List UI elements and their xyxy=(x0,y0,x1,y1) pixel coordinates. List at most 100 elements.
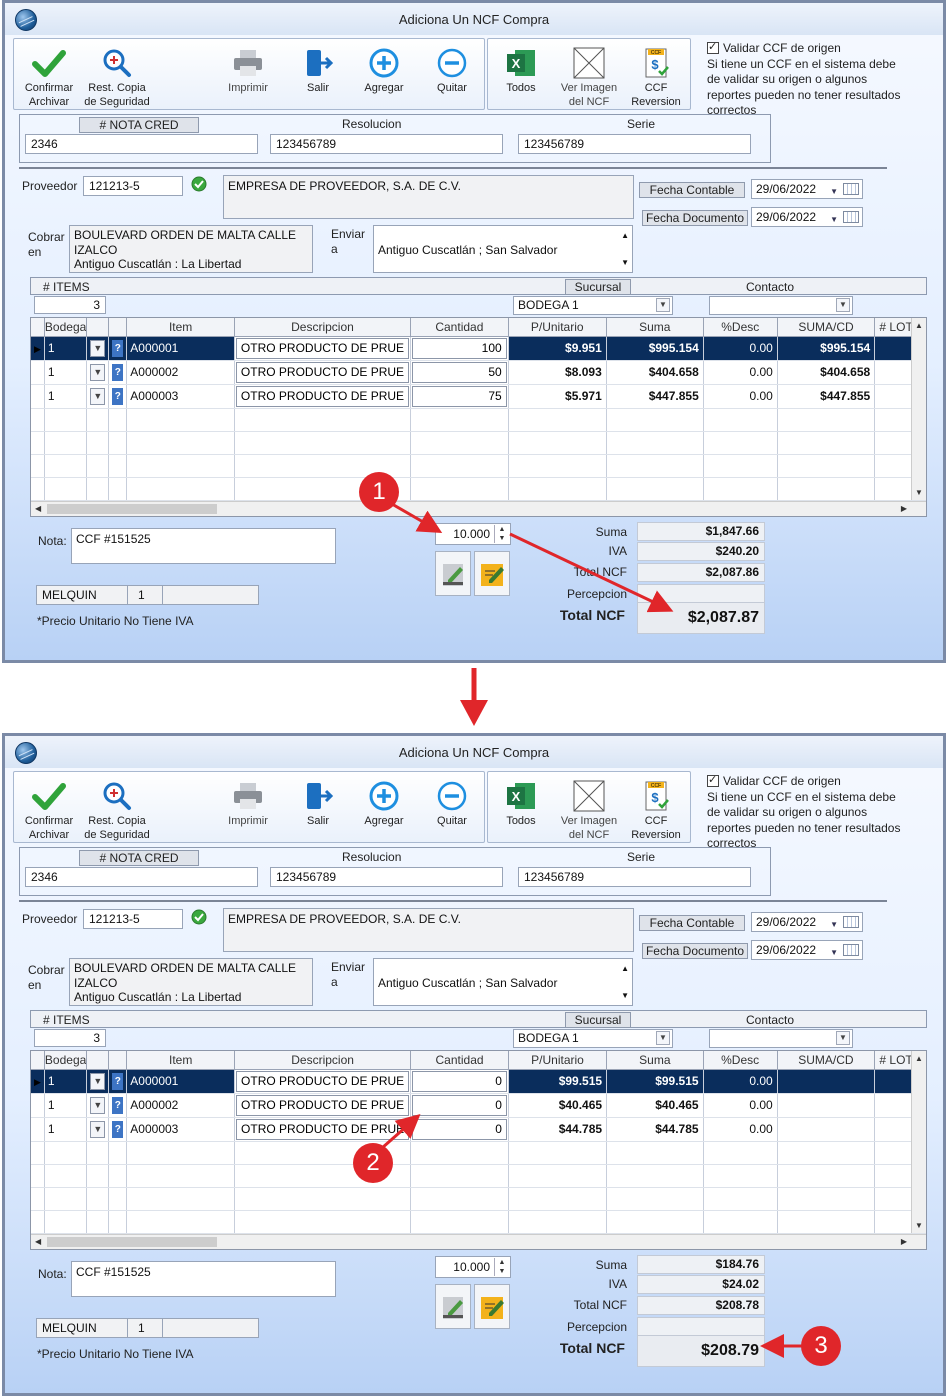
cantidad-input[interactable]: 0 xyxy=(412,1094,507,1116)
cell-dropdown[interactable]: ▼ xyxy=(86,336,110,361)
cantidad-input[interactable]: 50 xyxy=(412,361,507,383)
cell-help[interactable]: ? xyxy=(108,1117,128,1142)
fecha-documento-picker[interactable]: 29/06/2022 ▼ xyxy=(751,207,863,227)
cell-desc-pct[interactable]: 0.00 xyxy=(703,360,778,385)
table-row[interactable]: ▶ 1 ▼? A000001 OTRO PRODUCTO DE PRUE 0 $99.515… xyxy=(31,1069,926,1094)
chevron-down-icon[interactable]: ▼ xyxy=(836,298,850,312)
col-descripcion[interactable]: Descripcion xyxy=(234,318,412,337)
fecha-contable-picker[interactable]: 29/06/2022 ▼ xyxy=(751,179,863,199)
cell-cantidad[interactable]: 50 xyxy=(410,360,509,385)
scroll-thumb[interactable] xyxy=(47,504,217,514)
chevron-down-icon[interactable]: ▼ xyxy=(90,1120,106,1138)
contacto-select[interactable]: ▼ xyxy=(709,296,853,315)
remove-button[interactable]: Quitar xyxy=(424,39,480,109)
table-row[interactable] xyxy=(31,408,926,432)
cell-cantidad[interactable]: 0 xyxy=(410,1093,509,1118)
col-sumacd[interactable]: SUMA/CD xyxy=(777,1051,876,1070)
help-icon[interactable]: ? xyxy=(112,387,124,405)
chevron-down-icon[interactable]: ▼ xyxy=(90,1072,106,1090)
cell-desc-pct[interactable]: 0.00 xyxy=(703,1117,778,1142)
cell-item[interactable]: A000003 xyxy=(126,384,235,409)
cell-bodega[interactable]: 1 xyxy=(44,384,88,409)
col-sumacd[interactable]: SUMA/CD xyxy=(777,318,876,337)
excel-todos-button[interactable]: X Todos xyxy=(492,772,550,842)
restore-backup-button[interactable]: Rest. Copia de Seguridad xyxy=(82,772,152,842)
cell-dropdown[interactable]: ▼ xyxy=(86,384,110,409)
cell-descripcion[interactable]: OTRO PRODUCTO DE PRUE xyxy=(234,384,412,409)
chevron-down-icon[interactable]: ▼ xyxy=(836,1031,850,1045)
col-punitario[interactable]: P/Unitario xyxy=(508,1051,608,1070)
scroll-left-icon[interactable]: ◀ xyxy=(35,504,41,513)
descripcion-input[interactable]: OTRO PRODUCTO DE PRUE xyxy=(236,1118,410,1140)
cell-dropdown[interactable]: ▼ xyxy=(86,1117,110,1142)
cantidad-input[interactable]: 0 xyxy=(412,1070,507,1092)
fecha-documento-picker[interactable]: 29/06/2022 ▼ xyxy=(751,940,863,960)
cell-item[interactable]: A000002 xyxy=(126,1093,236,1118)
scroll-up-icon[interactable]: ▲ xyxy=(915,1054,923,1063)
col-item[interactable]: Item xyxy=(126,1051,236,1070)
fecha-contable-picker[interactable]: 29/06/2022 ▼ xyxy=(751,912,863,932)
table-row[interactable] xyxy=(31,1141,926,1165)
dropdown-triangle-icon[interactable]: ▼ xyxy=(830,211,838,229)
horizontal-scrollbar[interactable]: ◀ ▶ xyxy=(31,501,926,516)
resolucion-input[interactable]: 123456789 xyxy=(270,134,503,154)
cell-item[interactable]: A000001 xyxy=(126,1069,236,1094)
edit-yellow-button[interactable] xyxy=(474,551,510,596)
sucursal-select[interactable]: BODEGA 1 ▼ xyxy=(513,296,673,315)
print-button[interactable]: Imprimir xyxy=(218,772,278,842)
validar-checkbox[interactable] xyxy=(707,40,719,56)
nota-cred-input[interactable]: 2346 xyxy=(25,134,258,154)
scroll-down-icon[interactable]: ▼ xyxy=(915,488,923,497)
help-icon[interactable]: ? xyxy=(112,1120,124,1138)
descripcion-input[interactable]: OTRO PRODUCTO DE PRUE xyxy=(235,385,410,407)
confirm-button[interactable]: Confirmar Archivar xyxy=(16,39,82,109)
cell-desc-pct[interactable]: 0.00 xyxy=(703,384,778,409)
nota-input[interactable]: CCF #151525 xyxy=(71,1261,336,1297)
proveedor-code-input[interactable]: 121213-5 xyxy=(83,909,183,929)
enviar-address-field[interactable]: Antiguo Cuscatlán ; San Salvador ▲ ▼ xyxy=(373,225,633,273)
chevron-down-icon[interactable]: ▼ xyxy=(656,298,670,312)
cell-cantidad[interactable]: 100 xyxy=(410,336,509,361)
qty-spinner[interactable]: 10.000 ▲ ▼ xyxy=(435,523,511,545)
cell-item[interactable]: A000002 xyxy=(126,360,235,385)
cell-bodega[interactable]: 1 xyxy=(44,1069,88,1094)
chevron-down-icon[interactable]: ▼ xyxy=(656,1031,670,1045)
help-icon[interactable]: ? xyxy=(112,1096,124,1114)
table-row[interactable]: ▶ 1 ▼? A000001 OTRO PRODUCTO DE PRUE 100 $9.95… xyxy=(31,336,926,361)
cell-desc-pct[interactable]: 0.00 xyxy=(703,1093,778,1118)
cell-descripcion[interactable]: OTRO PRODUCTO DE PRUE xyxy=(234,1093,412,1118)
help-icon[interactable]: ? xyxy=(112,339,124,357)
add-button[interactable]: Agregar xyxy=(356,772,412,842)
descripcion-input[interactable]: OTRO PRODUCTO DE PRUE xyxy=(236,1094,410,1116)
scroll-down-icon[interactable]: ▼ xyxy=(621,255,629,270)
view-image-button[interactable]: Ver Imagen del NCF xyxy=(554,39,624,109)
excel-todos-button[interactable]: X Todos xyxy=(492,39,550,109)
vertical-scrollbar[interactable]: ▲ ▼ xyxy=(911,318,926,500)
table-row[interactable]: 1 ▼? A000003 OTRO PRODUCTO DE PRUE 0 $44.785 $… xyxy=(31,1117,926,1142)
serie-input[interactable]: 123456789 xyxy=(518,134,751,154)
cantidad-input[interactable]: 0 xyxy=(412,1118,507,1140)
col-suma[interactable]: Suma xyxy=(606,318,704,337)
cell-item[interactable]: A000003 xyxy=(126,1117,236,1142)
chevron-down-icon[interactable]: ▼ xyxy=(90,387,106,405)
scroll-up-icon[interactable]: ▲ xyxy=(621,228,629,243)
dropdown-triangle-icon[interactable]: ▼ xyxy=(830,183,838,201)
cell-desc-pct[interactable]: 0.00 xyxy=(703,1069,778,1094)
cell-item[interactable]: A000001 xyxy=(126,336,235,361)
col-descripcion[interactable]: Descripcion xyxy=(234,1051,412,1070)
descripcion-input[interactable]: OTRO PRODUCTO DE PRUE xyxy=(235,361,410,383)
scroll-down-icon[interactable]: ▼ xyxy=(621,988,629,1003)
cell-help[interactable]: ? xyxy=(108,1069,128,1094)
cell-cantidad[interactable]: 0 xyxy=(410,1117,509,1142)
scroll-right-icon[interactable]: ▶ xyxy=(901,504,907,513)
col-bodega[interactable]: Bodega xyxy=(44,318,88,337)
sucursal-select[interactable]: BODEGA 1 ▼ xyxy=(513,1029,673,1048)
validar-checkbox-row[interactable]: Validar CCF de origen xyxy=(707,40,907,57)
contacto-select[interactable]: ▼ xyxy=(709,1029,853,1048)
spinner-arrows-icon[interactable]: ▲ ▼ xyxy=(494,525,509,543)
table-row[interactable] xyxy=(31,454,926,478)
edit-yellow-button[interactable] xyxy=(474,1284,510,1329)
cell-cantidad[interactable]: 0 xyxy=(410,1069,509,1094)
chevron-down-icon[interactable]: ▼ xyxy=(90,1096,106,1114)
cell-bodega[interactable]: 1 xyxy=(44,360,88,385)
